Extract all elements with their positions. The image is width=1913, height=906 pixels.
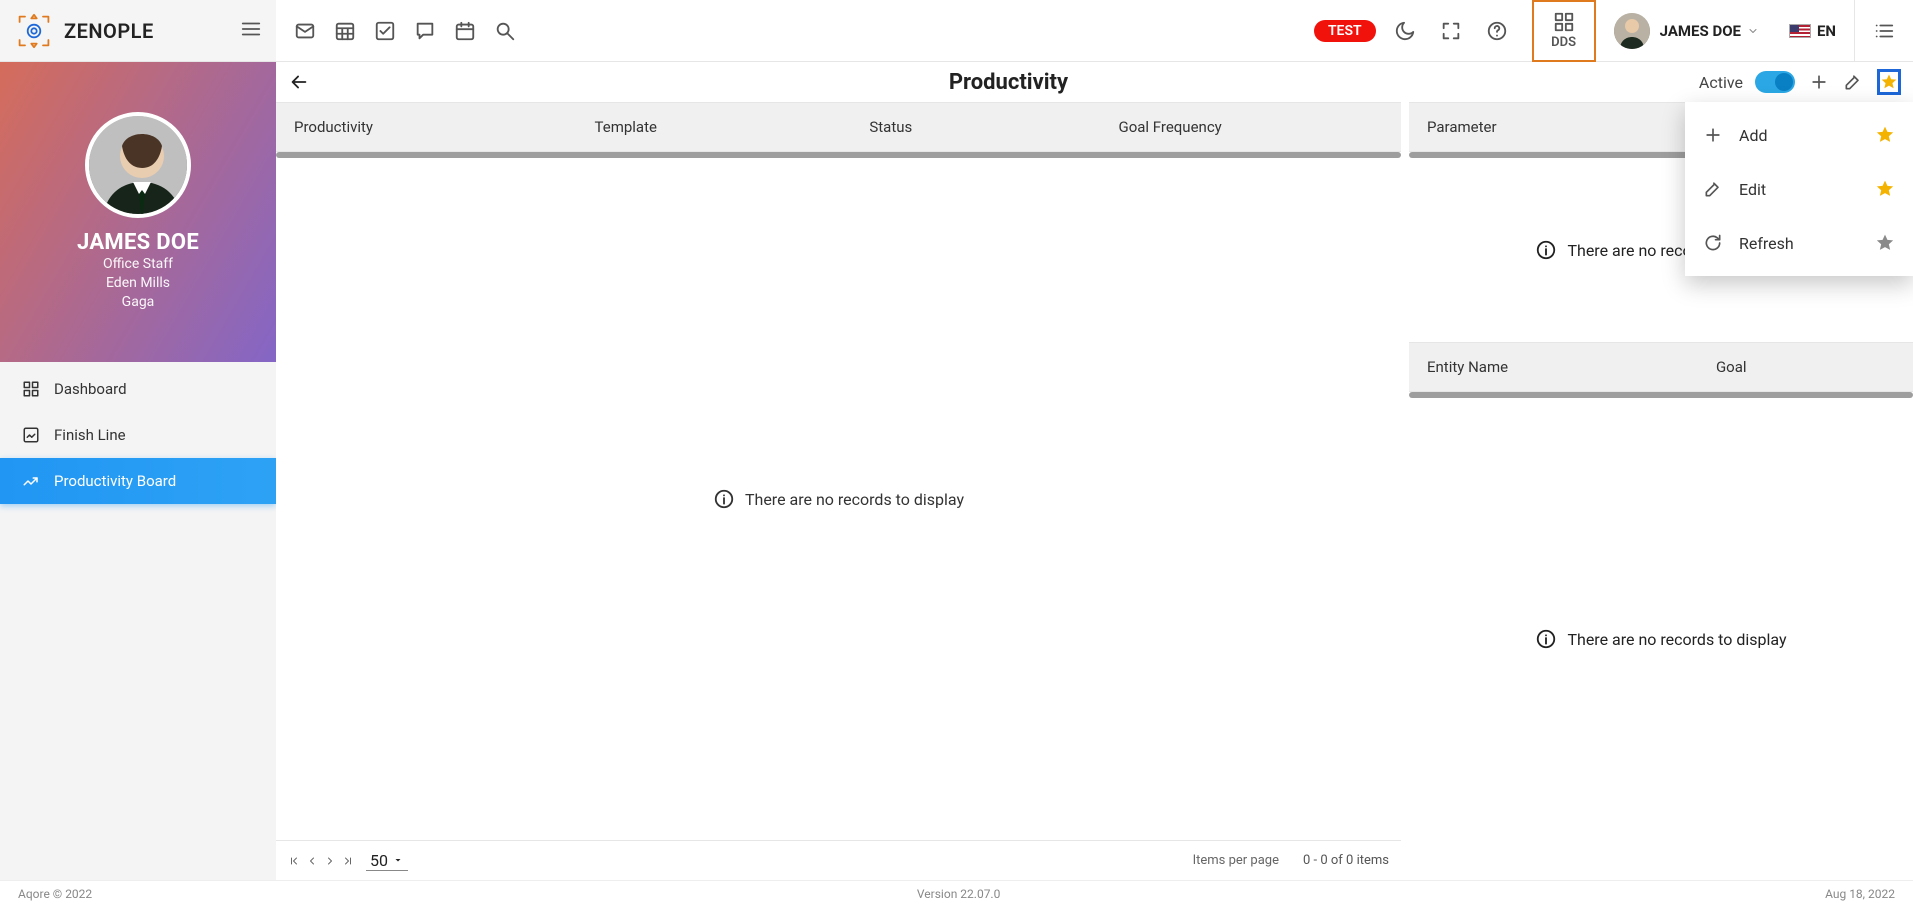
dashboard-icon xyxy=(22,380,40,398)
content-area: JAMES DOE Office Staff Eden Mills Gaga D… xyxy=(0,62,1913,880)
chat-icon[interactable] xyxy=(414,20,436,42)
fullscreen-icon[interactable] xyxy=(1440,20,1462,42)
topbar: ZENOPLE TEST DDS JAMES DOE EN xyxy=(0,0,1913,62)
pager: 50 Items per page 0 - 0 of 0 items xyxy=(276,840,1401,880)
star-icon[interactable] xyxy=(1875,233,1895,253)
nav-productivity-board-label: Productivity Board xyxy=(54,472,176,490)
logo-icon xyxy=(16,13,52,49)
profile-name: JAMES DOE xyxy=(77,230,199,255)
profile-avatar xyxy=(85,112,191,218)
topbar-brand-area: ZENOPLE xyxy=(0,0,276,61)
title-actions: Active xyxy=(1699,69,1901,95)
page-title: Productivity xyxy=(318,70,1699,95)
page-size-select[interactable]: 50 xyxy=(366,851,408,871)
title-bar: Productivity Active xyxy=(276,62,1913,102)
dds-label: DDS xyxy=(1551,35,1576,50)
grid-main-empty: There are no records to display xyxy=(745,490,964,509)
panels: Productivity Template Status Goal Freque… xyxy=(276,102,1913,880)
col-productivity[interactable]: Productivity xyxy=(276,118,577,136)
menu-refresh[interactable]: Refresh xyxy=(1685,216,1913,270)
refresh-icon xyxy=(1703,233,1723,253)
nav-dashboard-label: Dashboard xyxy=(54,380,127,398)
date-icon[interactable] xyxy=(454,20,476,42)
grid-main: Productivity Template Status Goal Freque… xyxy=(276,102,1401,880)
grid-entity: Entity Name Goal There are no records to… xyxy=(1409,342,1913,880)
sidebar: JAMES DOE Office Staff Eden Mills Gaga D… xyxy=(0,62,276,880)
grid-entity-empty: There are no records to display xyxy=(1567,630,1786,649)
nav-dashboard[interactable]: Dashboard xyxy=(0,366,276,412)
user-avatar[interactable] xyxy=(1614,13,1650,49)
main-panel: Productivity Active Productivity Templat… xyxy=(276,62,1913,880)
finish-line-icon xyxy=(22,426,40,444)
topbar-right: TEST DDS JAMES DOE EN xyxy=(1314,0,1913,61)
chevron-down-icon xyxy=(392,854,404,866)
col-goal[interactable]: Goal xyxy=(1698,358,1913,376)
topbar-tool-icons xyxy=(276,20,516,42)
language-label[interactable]: EN xyxy=(1817,22,1836,40)
sidebar-nav: Dashboard Finish Line Productivity Board xyxy=(0,362,276,504)
pager-first-icon[interactable] xyxy=(288,855,300,867)
info-icon xyxy=(1535,628,1557,650)
footer-date: Aug 18, 2022 xyxy=(1825,887,1895,901)
divider xyxy=(1854,0,1855,62)
search-icon[interactable] xyxy=(494,20,516,42)
add-icon[interactable] xyxy=(1809,72,1829,92)
footer-version: Version 22.07.0 xyxy=(92,887,1825,901)
active-toggle[interactable] xyxy=(1755,71,1795,93)
user-chevron-icon[interactable] xyxy=(1747,25,1759,37)
items-per-page-label: Items per page xyxy=(1193,853,1279,868)
pager-last-icon[interactable] xyxy=(342,855,354,867)
back-icon[interactable] xyxy=(288,71,310,93)
dark-mode-icon[interactable] xyxy=(1394,20,1416,42)
page-size-value: 50 xyxy=(370,851,388,870)
plus-icon xyxy=(1703,125,1723,145)
menu-toggle-icon[interactable] xyxy=(240,18,262,44)
favorite-button[interactable] xyxy=(1877,69,1901,95)
calendar-grid-icon[interactable] xyxy=(334,20,356,42)
pager-prev-icon[interactable] xyxy=(306,855,318,867)
help-icon[interactable] xyxy=(1486,20,1508,42)
profile-role: Office Staff xyxy=(103,255,173,274)
dds-button[interactable]: DDS xyxy=(1532,0,1596,62)
productivity-icon xyxy=(22,472,40,490)
brand-name: ZENOPLE xyxy=(64,19,154,43)
edit-icon[interactable] xyxy=(1843,72,1863,92)
grid-entity-header: Entity Name Goal xyxy=(1409,342,1913,392)
mail-icon[interactable] xyxy=(294,20,316,42)
list-icon[interactable] xyxy=(1873,20,1895,42)
profile-extra: Gaga xyxy=(122,293,155,312)
footer: Aqore © 2022 Version 22.07.0 Aug 18, 202… xyxy=(0,880,1913,906)
menu-edit[interactable]: Edit xyxy=(1685,162,1913,216)
nav-productivity-board[interactable]: Productivity Board xyxy=(0,458,276,504)
col-entity-name[interactable]: Entity Name xyxy=(1409,358,1698,376)
flag-icon[interactable] xyxy=(1789,24,1811,38)
grid-main-body: There are no records to display xyxy=(276,158,1401,840)
grid-entity-body: There are no records to display xyxy=(1409,398,1913,880)
nav-finish-line-label: Finish Line xyxy=(54,426,126,444)
active-label: Active xyxy=(1699,73,1743,92)
profile-location: Eden Mills xyxy=(106,274,170,293)
check-box-icon[interactable] xyxy=(374,20,396,42)
star-icon[interactable] xyxy=(1875,179,1895,199)
env-badge: TEST xyxy=(1314,20,1376,42)
info-icon xyxy=(1535,239,1557,261)
menu-add-label: Add xyxy=(1739,126,1767,145)
menu-refresh-label: Refresh xyxy=(1739,234,1794,253)
user-name[interactable]: JAMES DOE xyxy=(1660,22,1741,40)
pencil-icon xyxy=(1703,179,1723,199)
pager-range: 0 - 0 of 0 items xyxy=(1303,853,1389,868)
info-icon xyxy=(713,488,735,510)
star-icon[interactable] xyxy=(1875,125,1895,145)
profile-card: JAMES DOE Office Staff Eden Mills Gaga xyxy=(0,62,276,362)
grid-main-header: Productivity Template Status Goal Freque… xyxy=(276,102,1401,152)
menu-add[interactable]: Add xyxy=(1685,108,1913,162)
menu-edit-label: Edit xyxy=(1739,180,1766,199)
col-template[interactable]: Template xyxy=(577,118,852,136)
pager-next-icon[interactable] xyxy=(324,855,336,867)
nav-finish-line[interactable]: Finish Line xyxy=(0,412,276,458)
col-goal-frequency[interactable]: Goal Frequency xyxy=(1100,118,1401,136)
context-menu: Add Edit Refresh xyxy=(1685,102,1913,276)
col-status[interactable]: Status xyxy=(851,118,1100,136)
footer-left: Aqore © 2022 xyxy=(18,887,92,901)
